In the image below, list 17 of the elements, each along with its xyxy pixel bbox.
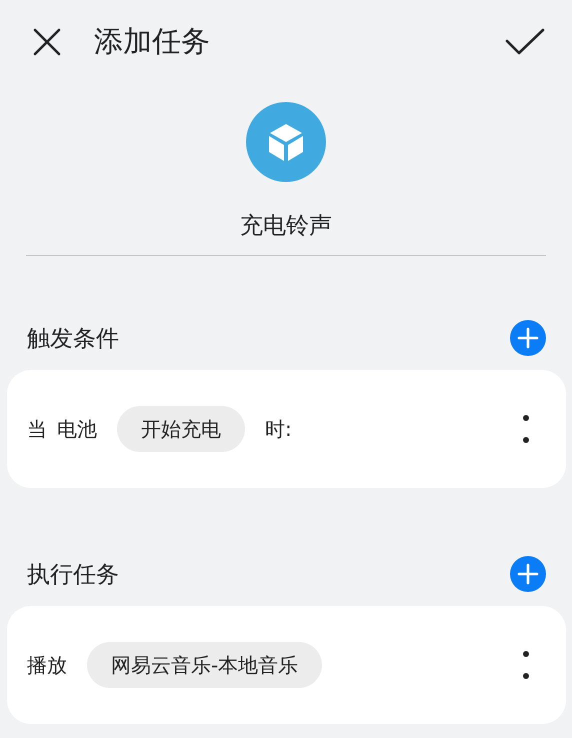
condition-text: 播放 [27,652,67,678]
condition-text: 当 [27,416,47,442]
task-name-field[interactable]: 充电铃声 [26,210,546,256]
section-title: 执行任务 [27,560,119,590]
add-icon[interactable] [510,320,546,356]
section-title: 触发条件 [27,324,119,354]
option-chip[interactable]: 开始充电 [117,406,245,452]
add-icon[interactable] [510,556,546,592]
page-title: 添加任务 [94,23,211,60]
condition-text: 电池 [57,416,97,442]
more-icon[interactable] [522,414,530,444]
more-icon[interactable] [522,650,530,680]
condition-text: 时: [265,416,292,442]
confirm-icon[interactable] [505,28,545,56]
cube-icon[interactable] [246,102,326,182]
close-icon[interactable] [32,27,62,57]
option-chip[interactable]: 网易云音乐-本地音乐 [87,642,322,688]
